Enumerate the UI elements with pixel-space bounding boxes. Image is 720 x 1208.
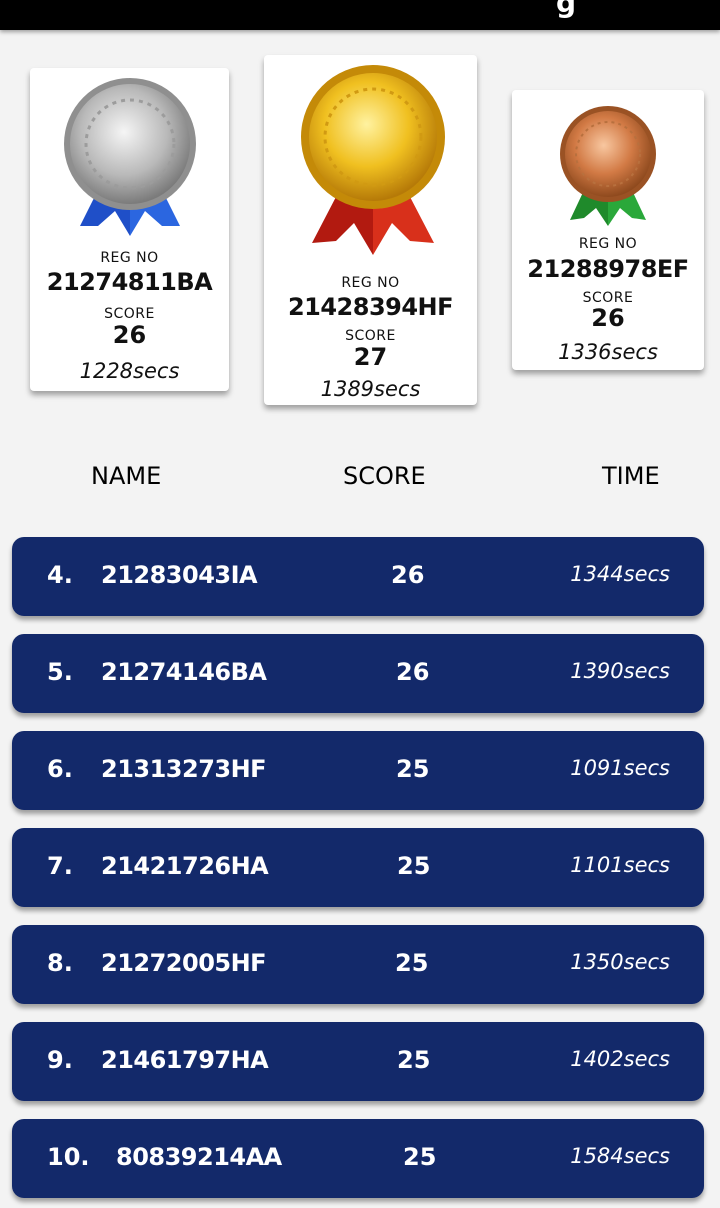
row-time: 1390secs [570, 659, 670, 683]
reg-no-value: 21288978EF [527, 255, 689, 283]
gold-medal-icon [301, 65, 445, 255]
leaderboard-row[interactable]: 5. 21274146BA 26 1390secs [12, 634, 704, 713]
leaderboard-header: NAME SCORE TIME [0, 462, 720, 496]
reg-no-label: REG NO [100, 250, 159, 266]
row-score: 26 [391, 561, 425, 589]
row-name: 21421726HA [101, 852, 269, 880]
row-rank: 9. [47, 1046, 73, 1074]
row-score: 26 [396, 658, 430, 686]
header-time: TIME [602, 462, 660, 490]
header-score: SCORE [343, 462, 426, 490]
score-value: 26 [112, 321, 147, 349]
row-time: 1344secs [570, 562, 670, 586]
score-value: 27 [353, 343, 388, 371]
row-name: 80839214AA [116, 1143, 282, 1171]
score-label: SCORE [345, 328, 396, 344]
score-value: 26 [591, 304, 625, 332]
reg-no-label: REG NO [341, 275, 400, 291]
row-score: 25 [396, 755, 430, 783]
leaderboard-row[interactable]: 4. 21283043IA 26 1344secs [12, 537, 704, 616]
top-app-bar: g [0, 0, 720, 30]
bronze-medal-icon [560, 106, 656, 226]
row-name: 21461797HA [101, 1046, 269, 1074]
silver-medal-icon [64, 78, 196, 236]
row-rank: 4. [47, 561, 73, 589]
row-time: 1402secs [570, 1047, 670, 1071]
leaderboard-row[interactable]: 7. 21421726HA 25 1101secs [12, 828, 704, 907]
row-time: 1101secs [570, 853, 670, 877]
row-name: 21313273HF [101, 755, 267, 783]
reg-no-value: 21428394HF [287, 293, 454, 321]
header-name: NAME [91, 462, 162, 490]
leaderboard-row[interactable]: 9. 21461797HA 25 1402secs [12, 1022, 704, 1101]
time-value: 1389secs [320, 377, 421, 401]
row-score: 25 [397, 1046, 431, 1074]
title-fragment: g [556, 0, 577, 19]
row-score: 25 [403, 1143, 437, 1171]
row-time: 1584secs [570, 1144, 670, 1168]
row-rank: 5. [47, 658, 73, 686]
row-rank: 7. [47, 852, 73, 880]
leaderboard-row[interactable]: 6. 21313273HF 25 1091secs [12, 731, 704, 810]
score-label: SCORE [104, 306, 155, 322]
row-rank: 10. [47, 1143, 90, 1171]
row-rank: 6. [47, 755, 73, 783]
row-time: 1350secs [570, 950, 670, 974]
leaderboard-row[interactable]: 10. 80839214AA 25 1584secs [12, 1119, 704, 1198]
time-value: 1336secs [558, 340, 658, 364]
podium-card-third[interactable]: REG NO 21288978EF SCORE 26 1336secs [512, 90, 704, 370]
row-score: 25 [395, 949, 429, 977]
row-time: 1091secs [570, 756, 670, 780]
row-score: 25 [397, 852, 431, 880]
leaderboard-row[interactable]: 8. 21272005HF 25 1350secs [12, 925, 704, 1004]
row-name: 21283043IA [101, 561, 258, 589]
podium-card-second[interactable]: REG NO 21274811BA SCORE 26 1228secs [30, 68, 229, 391]
row-name: 21274146BA [101, 658, 267, 686]
podium-card-first[interactable]: REG NO 21428394HF SCORE 27 1389secs [264, 55, 477, 405]
row-name: 21272005HF [101, 949, 267, 977]
reg-no-label: REG NO [578, 236, 638, 252]
row-rank: 8. [47, 949, 73, 977]
time-value: 1228secs [79, 359, 180, 383]
reg-no-value: 21274811BA [46, 268, 213, 296]
